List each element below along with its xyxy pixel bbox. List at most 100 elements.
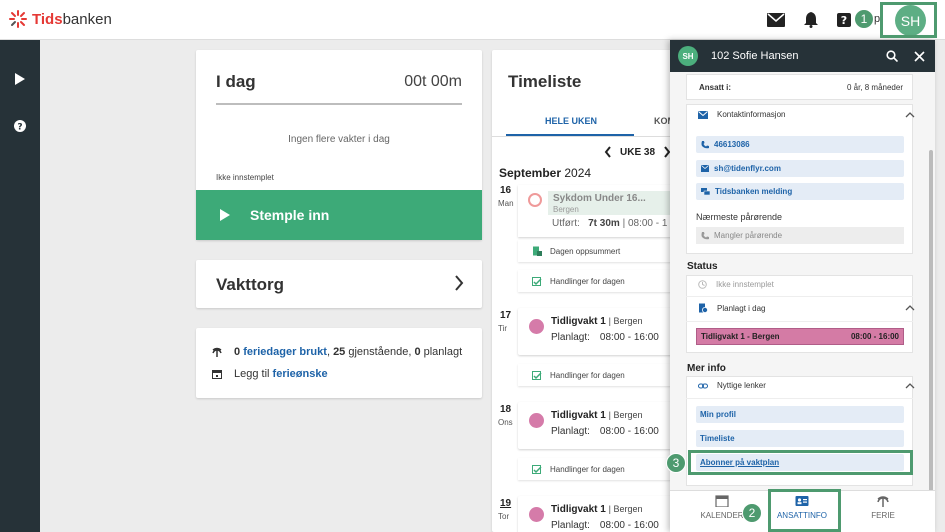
calendar-icon (715, 495, 729, 507)
chevron-right-icon (455, 275, 464, 291)
sick-leave-done-row: Utført: 7t 30m | 08:00 - 1 (552, 218, 668, 229)
help-icon[interactable]: ? (834, 10, 854, 30)
envelope-icon (701, 165, 709, 172)
day-number: 18 (500, 404, 512, 415)
active-tab-indicator (506, 134, 634, 136)
play-icon[interactable] (10, 69, 30, 89)
step-badge-1: 1 (854, 9, 874, 29)
email-link[interactable]: sh@tidenflyr.com (696, 160, 904, 177)
week-navigator: UKE 38 (604, 146, 671, 158)
shift-name: Tidligvakt 1 | Bergen (551, 410, 643, 421)
vacation-card: 0 feriedager brukt, 25 gjenstående, 0 pl… (196, 328, 482, 398)
shift-color-dot (529, 507, 544, 522)
vacation-request-link[interactable]: ferieønske (273, 368, 328, 380)
shift-planned-row: Planlagt: 08:00 - 16:00 (551, 426, 659, 437)
shift-planned-row: Planlagt: 08:00 - 16:00 (551, 520, 659, 531)
left-sidebar: ? (0, 40, 40, 532)
message-link[interactable]: Tidsbanken melding (696, 183, 904, 200)
nav-vacation[interactable]: FERIE (853, 495, 913, 520)
useful-links-header[interactable]: Nyttige lenker (698, 381, 766, 390)
schedule-icon (699, 303, 708, 313)
vakttorg-card[interactable]: Vakttorg (196, 260, 482, 308)
clock-icon (528, 193, 542, 207)
chevron-up-icon[interactable] (905, 383, 915, 389)
highlight-subscribe-link (688, 450, 913, 475)
chat-icon (701, 187, 710, 195)
palm-tree-icon (212, 347, 222, 357)
chevron-left-icon[interactable] (604, 146, 612, 158)
help-circle-icon[interactable]: ? (10, 116, 30, 136)
phone-link[interactable]: 46613086 (696, 136, 904, 153)
timesheet-title: Timeliste (508, 72, 582, 91)
more-info-heading: Mer info (687, 363, 726, 374)
day-number: 19 (500, 498, 512, 509)
svg-text:?: ? (841, 14, 847, 27)
day-name: Man (498, 199, 514, 208)
highlight-employee-tab (768, 489, 841, 532)
day-name: Tir (498, 324, 508, 333)
panel-header: SH 102 Sofie Hansen (670, 40, 935, 72)
clock-status-text: Ikke innstemplet (216, 173, 274, 182)
day-number: 17 (500, 310, 512, 321)
chevron-up-icon[interactable] (905, 305, 915, 311)
step-badge-3: 3 (666, 453, 686, 473)
employee-avatar: SH (678, 46, 698, 66)
today-title: I dag (216, 72, 256, 91)
link-my-profile[interactable]: Min profil (696, 406, 904, 423)
day-name: Tor (498, 512, 510, 521)
today-time: 00t 00m (404, 73, 462, 90)
month-label: September 2024 (499, 166, 592, 180)
contact-header[interactable]: Kontaktinformasjon (698, 110, 785, 119)
no-more-shifts-text: Ingen flere vakter i dag (288, 134, 390, 145)
planned-shift-time: 08:00 - 16:00 (850, 332, 899, 341)
app-logo[interactable]: Tidsbanken (8, 9, 112, 29)
planned-divider (686, 321, 913, 322)
mail-icon[interactable] (766, 10, 786, 30)
shift-planned-row: Planlagt: 08:00 - 16:00 (551, 332, 659, 343)
highlight-avatar (880, 2, 937, 38)
week-label: UKE 38 (620, 146, 656, 158)
top-bar: Tidsbanken ? p SH (0, 0, 945, 40)
link-timesheet[interactable]: Timeliste (696, 430, 904, 447)
step-badge-2: 2 (742, 503, 762, 523)
vacation-used-link[interactable]: feriedager brukt (243, 346, 327, 358)
planned-shift-bar[interactable]: Tidligvakt 1 - Bergen 08:00 - 16:00 (696, 328, 904, 345)
close-icon[interactable] (912, 49, 926, 63)
today-card: I dag 00t 00m Ingen flere vakter i dag I… (196, 50, 482, 240)
calendar-icon (212, 370, 222, 379)
svg-text:?: ? (17, 123, 22, 133)
shift-color-dot (529, 413, 544, 428)
play-icon (220, 209, 230, 221)
link-icon (698, 383, 708, 388)
shift-name: Tidligvakt 1 | Bergen (551, 316, 643, 327)
tidsbanken-logo-icon (9, 10, 27, 28)
employee-name: 102 Sofie Hansen (711, 50, 799, 62)
clock-in-button[interactable]: Stemple inn (196, 190, 482, 240)
app-name: Tidsbanken (32, 10, 112, 28)
vacation-summary-text: 0 feriedager brukt, 25 gjenstående, 0 pl… (234, 346, 463, 358)
bell-icon[interactable] (801, 10, 821, 30)
employment-box: Ansatt i: 0 år, 8 måneder (686, 74, 913, 100)
search-icon[interactable] (885, 49, 899, 63)
phone-icon (701, 140, 709, 148)
day-number: 16 (500, 185, 512, 196)
day-name: Ons (498, 418, 513, 427)
sick-leave-title: Sykdom Under 16... (553, 193, 646, 204)
contact-label: Kontaktinformasjon (717, 110, 786, 119)
clock-icon (698, 280, 707, 289)
tab-whole-week[interactable]: HELE UKEN (545, 116, 597, 126)
today-progress-line (216, 103, 462, 105)
planned-today-header[interactable]: Planlagt i dag (698, 303, 765, 313)
relatives-missing-row: Mangler pårørende (696, 227, 904, 244)
status-divider (686, 296, 913, 297)
envelope-icon (698, 110, 708, 119)
employed-label: Ansatt i: (699, 83, 731, 92)
panel-scrollbar[interactable] (929, 150, 933, 495)
calendar-edit-icon (532, 277, 542, 286)
vacation-summary-row: 0 feriedager brukt, 25 gjenstående, 0 pl… (212, 346, 462, 358)
relatives-label: Nærmeste pårørende (696, 212, 783, 222)
chevron-up-icon[interactable] (905, 112, 915, 118)
planned-shift-name: Tidligvakt 1 - Bergen (701, 332, 780, 341)
clock-status-row: Ikke innstemplet (698, 280, 774, 289)
calendar-edit-icon (532, 371, 542, 380)
